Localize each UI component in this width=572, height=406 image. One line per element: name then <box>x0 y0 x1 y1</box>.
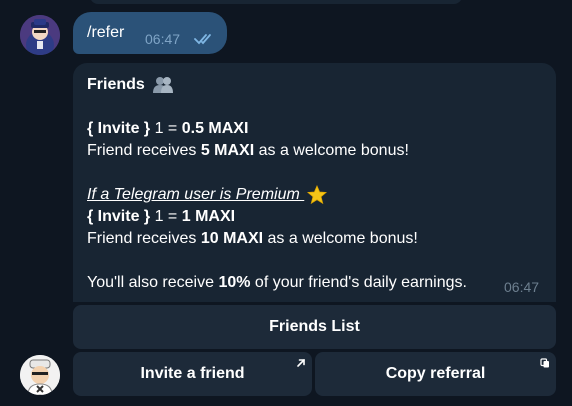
outgoing-message-text: /refer <box>87 24 125 41</box>
user-avatar-image <box>20 15 60 55</box>
friend-receives-2-prefix: Friend receives <box>87 230 201 247</box>
double-check-icon <box>194 34 211 45</box>
bot-avatar[interactable] <box>20 355 60 395</box>
friend-bonus-2: 10 MAXI <box>200 230 264 247</box>
friends-list-label: Friends List <box>269 318 360 335</box>
incoming-message-bubble[interactable]: Friends { Invite } 1 = 0.5 MAXI Friend r… <box>73 63 556 302</box>
copy-icon <box>540 358 549 368</box>
message-title-line: Friends <box>87 75 174 95</box>
friend-receives-1-suffix: as a welcome bonus! <box>254 142 409 159</box>
friend-bonus-1: 5 MAXI <box>200 142 255 159</box>
earnings-percent: 10% <box>218 274 251 291</box>
invite-friend-button[interactable]: Invite a friend <box>73 352 312 396</box>
previous-message-stub <box>90 0 462 4</box>
invite-tag-1: { Invite } <box>87 120 151 137</box>
user-avatar[interactable] <box>20 15 60 55</box>
copy-referral-label: Copy referral <box>385 365 486 382</box>
earnings-suffix: of your friend's daily earnings. <box>250 274 467 291</box>
premium-link[interactable]: If a Telegram user is Premium <box>87 186 304 203</box>
message-title: Friends <box>87 76 145 93</box>
outgoing-message-time: 06:47 <box>145 31 181 47</box>
earnings-line: You'll also receive 10% of your friend's… <box>87 273 467 293</box>
friend-bonus-line-1: Friend receives 5 MAXI as a welcome bonu… <box>87 141 409 161</box>
invite-ratio-2: 1 = <box>150 208 182 225</box>
outgoing-message-bubble[interactable]: /refer 06:47 <box>73 12 227 54</box>
premium-line: If a Telegram user is Premium <box>87 185 328 205</box>
invite-line-1: { Invite } 1 = 0.5 MAXI <box>87 119 248 139</box>
busts-in-silhouette-icon <box>153 76 174 93</box>
friends-list-button[interactable]: Friends List <box>73 305 556 349</box>
copy-referral-button[interactable]: Copy referral <box>315 352 556 396</box>
invite-line-2: { Invite } 1 = 1 MAXI <box>87 207 235 227</box>
bot-avatar-image <box>20 355 60 395</box>
earnings-prefix: You'll also receive <box>87 274 219 291</box>
invite-reward-2: 1 MAXI <box>181 208 236 225</box>
friend-receives-1-prefix: Friend receives <box>87 142 201 159</box>
external-link-arrow-icon <box>297 359 305 367</box>
friend-receives-2-suffix: as a welcome bonus! <box>263 230 418 247</box>
invite-reward-1: 0.5 MAXI <box>181 120 249 137</box>
friend-bonus-line-2: Friend receives 10 MAXI as a welcome bon… <box>87 229 418 249</box>
invite-ratio-1: 1 = <box>150 120 182 137</box>
incoming-message-time: 06:47 <box>504 279 540 295</box>
star-icon <box>307 185 328 205</box>
invite-friend-label: Invite a friend <box>140 365 245 382</box>
invite-tag-2: { Invite } <box>87 208 151 225</box>
